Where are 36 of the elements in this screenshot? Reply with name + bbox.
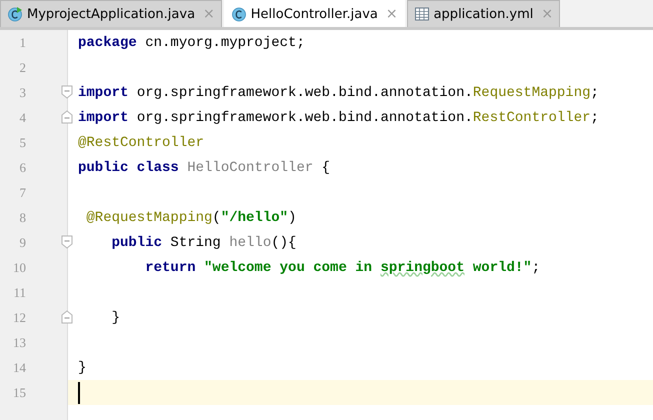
fold-icon[interactable]: [61, 110, 73, 124]
table-file-icon: [414, 6, 430, 22]
line-number: 6: [18, 160, 26, 176]
line-number: 3: [18, 84, 26, 100]
file-tab[interactable]: HelloController.java ×: [224, 0, 405, 27]
line-number: 9: [18, 234, 26, 250]
text-cursor: [78, 382, 80, 404]
line-number: 10: [12, 260, 26, 276]
code-line: @RestController: [78, 134, 204, 150]
line-number: 15: [12, 384, 26, 400]
code-line: import org.springframework.web.bind.annotation.RestController;: [78, 110, 599, 126]
line-number: 2: [18, 60, 26, 76]
line-number: 14: [12, 360, 26, 376]
line-number: 13: [12, 334, 26, 350]
code-line: @RequestMapping("/hello"): [85, 210, 296, 226]
code-line: }: [78, 360, 86, 376]
line-number: 12: [12, 310, 26, 326]
fold-icon[interactable]: [61, 85, 73, 99]
line-number: 11: [12, 284, 26, 300]
line-number: 1: [18, 34, 26, 50]
class-run-icon: [7, 6, 23, 22]
code-line: public class HelloController {: [78, 160, 330, 176]
code-line: package cn.myorg.myproject;: [78, 34, 305, 50]
code-line: }: [110, 310, 120, 326]
code-line: import org.springframework.web.bind.annotation.RequestMapping;: [78, 84, 599, 100]
file-tab[interactable]: application.yml ×: [406, 0, 560, 27]
line-number: 8: [18, 210, 26, 226]
line-number: 4: [18, 110, 26, 126]
fold-icon[interactable]: [61, 235, 73, 249]
class-icon: [230, 6, 247, 22]
fold-icon[interactable]: [61, 310, 73, 324]
code-line: return "welcome you come in springboot world!";: [144, 260, 540, 276]
code-line: public String hello(){: [110, 234, 296, 250]
file-tab[interactable]: MyprojectApplication.java ×: [0, 0, 222, 27]
line-number: 5: [18, 134, 26, 150]
line-number: 7: [18, 184, 26, 200]
